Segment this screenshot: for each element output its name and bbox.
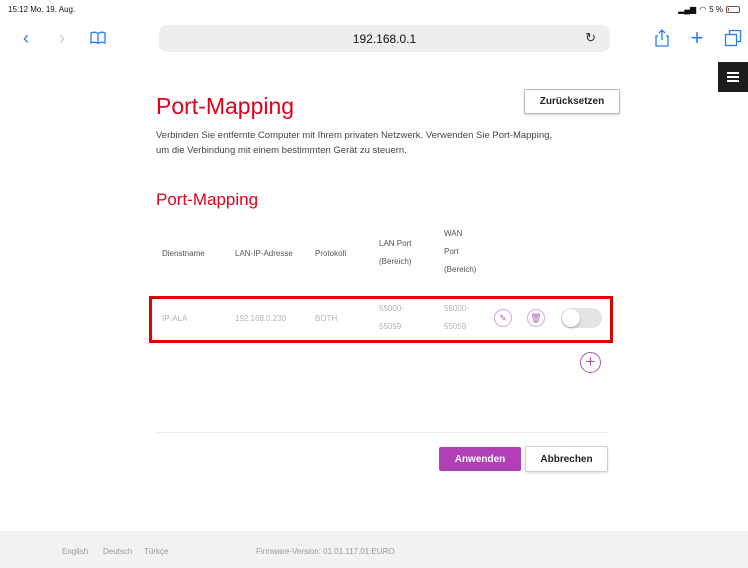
- battery-percent: 5 %: [709, 5, 723, 14]
- apply-button[interactable]: Anwenden: [439, 447, 521, 471]
- share-icon[interactable]: [650, 26, 674, 50]
- highlight-box: [149, 296, 613, 343]
- lang-turkce[interactable]: Türkçe: [144, 547, 168, 556]
- header-lan-ip: LAN-IP-Adresse: [235, 249, 293, 258]
- page-title: Port-Mapping: [156, 93, 295, 119]
- header-service: Dienstname: [162, 249, 205, 258]
- url-bar[interactable]: 192.168.0.1 ↻: [159, 25, 610, 52]
- chevron-right-icon[interactable]: ›: [50, 26, 74, 50]
- header-lan-port: LAN Port (Bereich): [379, 239, 412, 266]
- battery-icon: [726, 6, 740, 13]
- chevron-left-icon[interactable]: ‹: [14, 26, 38, 50]
- hamburger-menu-icon[interactable]: [718, 62, 748, 92]
- lang-english[interactable]: English: [62, 547, 88, 556]
- status-time: 15:12 Mo. 19. Aug.: [8, 5, 76, 14]
- footer: English Deutsch Türkçe Firmware-Version:…: [0, 531, 748, 568]
- status-right: ▂▄▆ ◠ 5 %: [678, 5, 740, 14]
- section-title: Port-Mapping: [156, 190, 259, 209]
- lang-deutsch[interactable]: Deutsch: [103, 547, 132, 556]
- url-text: 192.168.0.1: [352, 32, 417, 46]
- firmware-version: Firmware-Version: 01.01.117.01.EURO: [256, 547, 395, 556]
- page-description: Verbinden Sie entfernte Computer mit Ihr…: [156, 130, 553, 156]
- browser-toolbar: ‹ › 192.168.0.1 ↻ +: [0, 18, 748, 58]
- status-bar: 15:12 Mo. 19. Aug. ▂▄▆ ◠ 5 %: [0, 0, 748, 18]
- tabs-icon[interactable]: [721, 26, 745, 50]
- book-icon[interactable]: [86, 26, 110, 50]
- header-protocol: Protokoll: [315, 249, 347, 258]
- reload-icon[interactable]: ↻: [585, 30, 596, 46]
- wifi-icon: ◠: [699, 5, 707, 14]
- plus-icon[interactable]: +: [685, 26, 709, 50]
- divider: [156, 432, 608, 433]
- header-wan-port: WAN Port (Bereich): [444, 229, 477, 274]
- signal-icon: ▂▄▆: [678, 5, 697, 14]
- reset-button[interactable]: Zurücksetzen: [524, 89, 620, 114]
- cancel-button[interactable]: Abbrechen: [525, 446, 608, 472]
- add-plus-icon[interactable]: +: [580, 352, 601, 373]
